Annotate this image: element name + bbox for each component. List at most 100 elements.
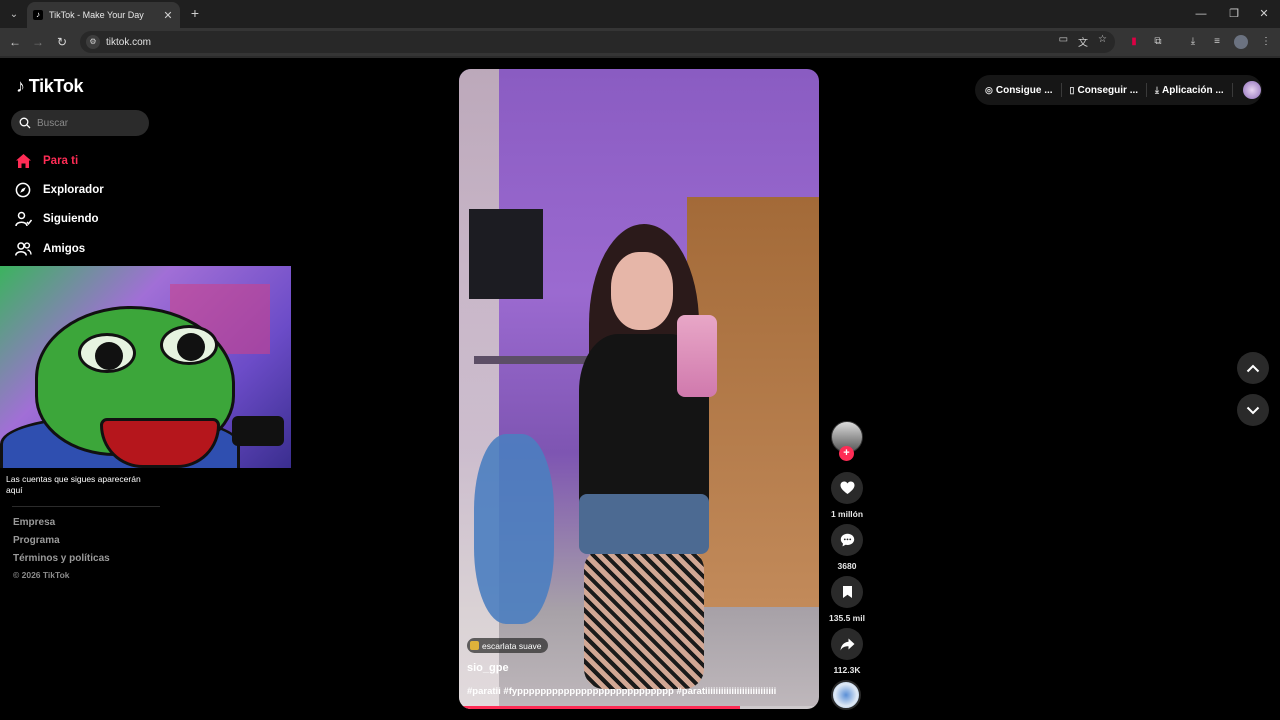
comment-action: 3680: [831, 524, 863, 571]
browser-menu-icon[interactable]: ⋮: [1258, 34, 1274, 50]
search-input[interactable]: [37, 117, 147, 129]
tiktok-logo[interactable]: ♪ TikTok: [16, 76, 84, 97]
sound-name: escarlata suave: [482, 640, 542, 651]
url-text: tiktok.com: [106, 36, 152, 48]
sidebar-item-siguiendo[interactable]: Siguiendo: [14, 205, 104, 234]
video-username[interactable]: sio_gpe: [467, 662, 509, 674]
bookmark-icon: [842, 586, 852, 598]
sidebar-item-explorador[interactable]: Explorador: [14, 175, 104, 204]
share-icon: [840, 638, 854, 650]
like-count: 1 millón: [830, 509, 864, 519]
save-action: 135.5 mil: [829, 576, 865, 623]
microphone: [232, 416, 284, 446]
video-player[interactable]: escarlata suave sio_gpe #paratii #fypppp…: [459, 69, 819, 709]
music-icon: [470, 641, 479, 650]
extensions-icon[interactable]: ⧉: [1150, 34, 1166, 50]
friends-icon: [14, 240, 32, 258]
follow-button[interactable]: +: [839, 446, 854, 461]
home-icon: [14, 152, 32, 170]
download-app-label: Aplicación ...: [1162, 84, 1224, 96]
share-action: 112.3K: [831, 628, 863, 675]
user-follow-icon: [14, 210, 32, 228]
sidebar-nav: Para ti Explorador Siguiendo Amigos: [14, 146, 104, 263]
back-icon[interactable]: ←: [5, 32, 25, 52]
music-disc[interactable]: [831, 680, 861, 710]
comment-icon: [840, 533, 854, 547]
get-app-button[interactable]: ▯ Conseguir ...: [1070, 85, 1139, 96]
tab-title: TikTok - Make Your Day: [49, 10, 144, 20]
tiktok-favicon-icon: ♪: [33, 10, 43, 20]
site-info-icon[interactable]: ⚙: [86, 35, 100, 49]
comment-button[interactable]: [831, 524, 863, 556]
video-progress-bar[interactable]: [459, 706, 819, 709]
following-placeholder-image: [0, 266, 291, 468]
phone-icon: ▯: [1069, 84, 1075, 95]
video-progress-fill: [459, 706, 740, 709]
copyright: © 2026 TikTok: [13, 570, 70, 580]
logo-text: TikTok: [28, 76, 84, 96]
get-app-label: Conseguir ...: [1077, 84, 1139, 96]
get-coins-button[interactable]: ◎ Consigue ...: [985, 85, 1053, 96]
sidebar-item-amigos[interactable]: Amigos: [14, 234, 104, 263]
sound-tag[interactable]: escarlata suave: [467, 638, 548, 653]
browser-tab[interactable]: ♪ TikTok - Make Your Day ✕: [27, 2, 180, 28]
toolbar-divider: [0, 56, 1280, 58]
browser-toolbar: ← → ↻ ⚙ tiktok.com ▭ 文 ☆ ▮ ⧉ ⤓ ≡ ⋮: [0, 28, 1280, 56]
extension-color-icon[interactable]: ▮: [1126, 34, 1142, 50]
sidebar-item-label: Explorador: [43, 183, 104, 196]
share-count: 112.3K: [833, 665, 861, 675]
download-icon: ⤓: [1155, 84, 1160, 95]
tab-close-icon[interactable]: ✕: [162, 9, 174, 22]
search-box[interactable]: [11, 110, 149, 136]
profile-avatar[interactable]: [1242, 81, 1261, 99]
footer-links: Empresa Programa Términos y políticas: [13, 517, 110, 571]
get-coins-label: Consigue ...: [995, 84, 1053, 96]
chevron-up-icon: [1246, 364, 1260, 372]
video-subject: [549, 224, 719, 689]
sidebar-item-label: Para ti: [43, 154, 79, 167]
translate-icon[interactable]: 文: [1078, 34, 1088, 49]
install-app-icon[interactable]: ▭: [1059, 34, 1068, 49]
compass-icon: [14, 181, 32, 199]
download-app-button[interactable]: ⤓ Aplicación ...: [1155, 85, 1224, 96]
footer-link-programa[interactable]: Programa: [13, 535, 110, 553]
restore-icon[interactable]: ❐: [1218, 0, 1250, 28]
save-count: 135.5 mil: [829, 613, 865, 623]
like-action: 1 millón: [831, 472, 863, 519]
coin-icon: ◎: [985, 84, 993, 95]
comment-count: 3680: [837, 561, 857, 571]
minimize-icon[interactable]: —: [1185, 0, 1217, 28]
tab-search-icon[interactable]: ⌄: [4, 4, 24, 24]
sidebar-item-para-ti[interactable]: Para ti: [14, 146, 104, 175]
plush-toy: [474, 434, 554, 624]
footer-link-terminos[interactable]: Términos y políticas: [13, 553, 110, 571]
search-icon: [19, 117, 31, 129]
address-bar[interactable]: ⚙ tiktok.com ▭ 文 ☆: [80, 31, 1115, 53]
tv: [469, 209, 543, 299]
video-caption[interactable]: #paratii #fyppppppppppppppppppppppppppp …: [467, 686, 811, 697]
tiktok-note-icon: ♪: [16, 76, 25, 96]
share-button[interactable]: [831, 628, 863, 660]
next-video-button[interactable]: [1237, 394, 1269, 426]
footer-link-empresa[interactable]: Empresa: [13, 517, 110, 535]
download-icon[interactable]: ⤓: [1185, 34, 1201, 50]
bookmark-star-icon[interactable]: ☆: [1098, 34, 1107, 49]
window-close-icon[interactable]: ✕: [1248, 0, 1280, 28]
sidebar-item-label: Siguiendo: [43, 213, 99, 226]
new-tab-button[interactable]: +: [186, 4, 204, 22]
heart-icon: [840, 481, 854, 494]
browser-tabstrip: ⌄ ♪ TikTok - Make Your Day ✕ + — ❐ ✕: [0, 0, 1280, 28]
sidebar-item-label: Amigos: [43, 242, 86, 255]
chevron-down-icon: [1246, 406, 1260, 414]
following-hint-text: Las cuentas que sigues aparecerán aquí: [6, 474, 141, 495]
forward-icon[interactable]: →: [28, 32, 48, 52]
reload-icon[interactable]: ↻: [52, 32, 72, 52]
top-actions-bar: ◎ Consigue ... ▯ Conseguir ... ⤓ Aplicac…: [975, 75, 1262, 105]
like-button[interactable]: [831, 472, 863, 504]
browser-profile-avatar[interactable]: [1234, 35, 1248, 49]
phone: [677, 315, 717, 397]
sidebar-divider: [12, 506, 160, 507]
previous-video-button[interactable]: [1237, 352, 1269, 384]
save-button[interactable]: [831, 576, 863, 608]
reading-list-icon[interactable]: ≡: [1209, 34, 1225, 50]
